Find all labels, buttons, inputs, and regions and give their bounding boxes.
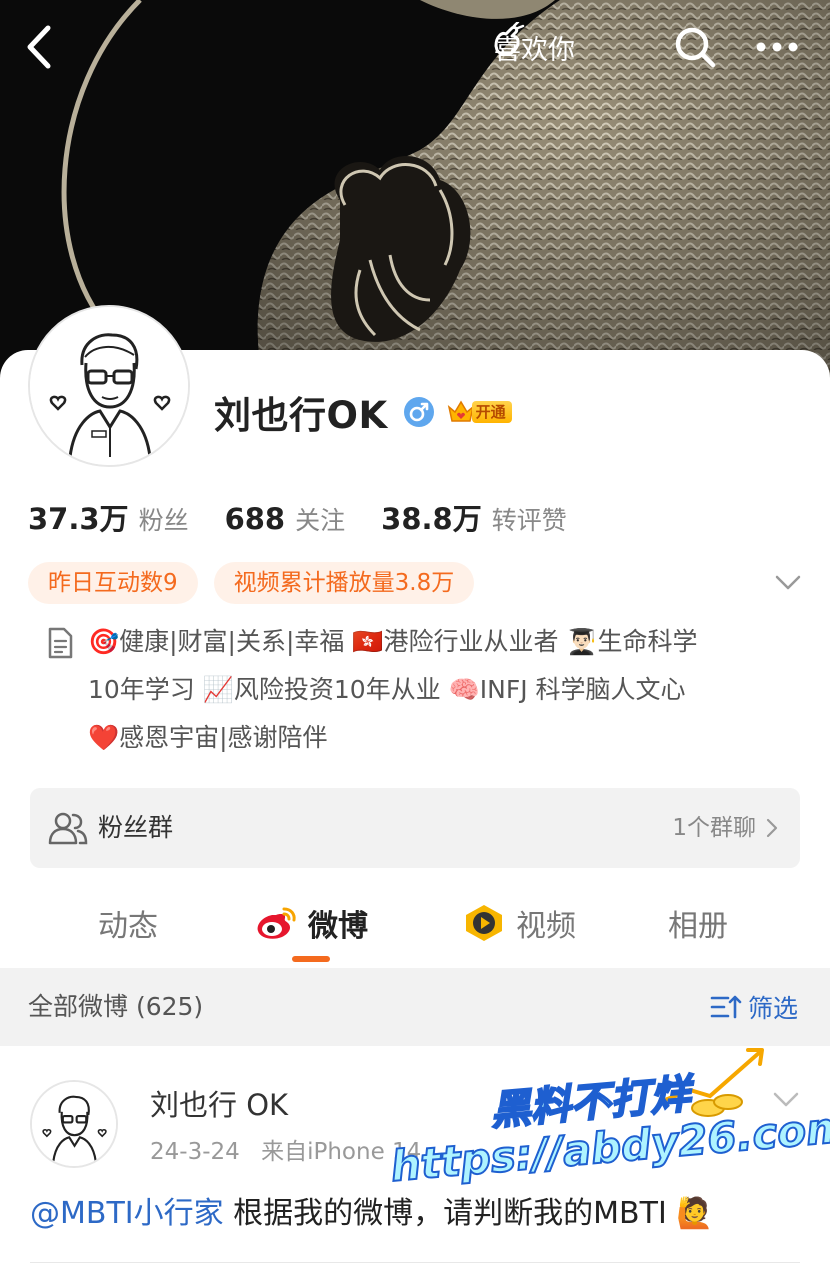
- post-date: 24-3-24: [150, 1139, 240, 1165]
- all-posts-bar: 全部微博 (625) 筛选: [0, 968, 830, 1046]
- post-meta: 24-3-24 来自iPhone 14: [150, 1132, 421, 1166]
- stat-label: 转评赞: [491, 506, 567, 535]
- profile-tabs: 动态 微博 视频 相册: [0, 880, 830, 966]
- search-icon: [675, 27, 716, 68]
- top-navigation-bar: 喜欢你: [0, 0, 830, 96]
- post-content: @MBTI小行家 根据我的微博，请判断我的MBTI 🙋: [30, 1188, 714, 1232]
- cartoon-avatar-icon: [32, 1082, 116, 1166]
- post-source: 来自iPhone 14: [261, 1139, 422, 1165]
- stat-reposts-comments-likes[interactable]: 38.8万 转评赞: [381, 496, 567, 538]
- filter-button[interactable]: 筛选: [710, 968, 798, 1046]
- stat-following[interactable]: 688 关注: [225, 501, 346, 537]
- tag-interactions[interactable]: 昨日互动数9: [28, 562, 198, 604]
- fans-group-count: 1个群聊: [672, 815, 756, 841]
- tab-activity[interactable]: 动态: [98, 898, 158, 948]
- finger-heart-icon: [494, 22, 525, 56]
- more-dots-icon: [756, 42, 798, 52]
- back-button[interactable]: [18, 22, 62, 72]
- post-author-avatar[interactable]: [30, 1080, 118, 1168]
- active-tab-indicator: [292, 956, 330, 962]
- profile-tags: 昨日互动数9 视频累计播放量3.8万: [28, 562, 490, 604]
- bio-line: 10年学习 📈风险投资10年从业 🧠INFJ 科学脑人文心: [88, 675, 686, 704]
- tab-label: 微博: [308, 909, 368, 944]
- tab-label: 相册: [668, 909, 728, 944]
- tab-weibo[interactable]: 微博: [254, 898, 368, 962]
- video-channel-icon: [466, 905, 502, 941]
- tab-label: 动态: [98, 909, 158, 944]
- stat-value: 37.3万: [28, 502, 129, 536]
- cartoon-avatar-icon: [30, 307, 188, 465]
- group-users-icon: [48, 812, 88, 845]
- stat-followers[interactable]: 37.3万 粉丝: [28, 496, 189, 538]
- filter-sort-icon: [710, 995, 742, 1019]
- male-gender-icon: [403, 397, 434, 427]
- stat-label: 关注: [295, 506, 346, 535]
- chevron-down-icon[interactable]: [770, 1086, 802, 1112]
- bio-line: ❤️感恩宇宙|感谢陪伴: [88, 723, 328, 752]
- like-button[interactable]: 喜欢你: [488, 22, 575, 72]
- profile-name: 刘也行OK: [214, 394, 388, 437]
- tab-video[interactable]: 视频: [462, 898, 576, 948]
- divider: [30, 1262, 800, 1263]
- post-body-text: 根据我的微博，请判断我的MBTI 🙋: [223, 1196, 714, 1231]
- bio-line: 🎯健康|财富|关系|幸福 🇭🇰港险行业从业者 👨🏻‍🎓生命科学: [88, 627, 698, 656]
- fans-group-row[interactable]: 粉丝群 1个群聊: [30, 788, 800, 868]
- stat-value: 688: [224, 502, 286, 536]
- filter-label: 筛选: [747, 994, 798, 1023]
- fans-group-label: 粉丝群: [98, 813, 174, 842]
- stat-value: 38.8万: [381, 502, 482, 536]
- post-author-name[interactable]: 刘也行 OK: [150, 1082, 288, 1124]
- weibo-post: 刘也行 OK 24-3-24 来自iPhone 14 @MBTI小行家 根据我的…: [0, 1046, 830, 1280]
- profile-stats: 37.3万 粉丝 688 关注 38.8万 转评赞: [28, 496, 567, 540]
- document-icon: [48, 627, 73, 659]
- profile-name-row: 刘也行OK 开通: [214, 386, 512, 438]
- search-button[interactable]: [672, 24, 718, 70]
- chevron-left-icon: [27, 25, 51, 69]
- vip-open-badge[interactable]: 开通: [446, 397, 512, 427]
- stat-label: 粉丝: [138, 506, 189, 535]
- weibo-logo-icon: [257, 907, 296, 939]
- more-button[interactable]: [754, 24, 800, 70]
- chevron-down-icon[interactable]: [772, 566, 804, 598]
- post-mention-link[interactable]: @MBTI小行家: [30, 1196, 224, 1231]
- avatar[interactable]: [28, 305, 190, 467]
- all-posts-title: 全部微博 (625): [28, 992, 204, 1021]
- vip-label: 开通: [471, 401, 512, 423]
- tag-video-plays[interactable]: 视频累计播放量3.8万: [213, 562, 475, 604]
- chevron-right-icon: [766, 818, 778, 838]
- tab-album[interactable]: 相册: [668, 898, 728, 948]
- tab-label: 视频: [516, 909, 576, 944]
